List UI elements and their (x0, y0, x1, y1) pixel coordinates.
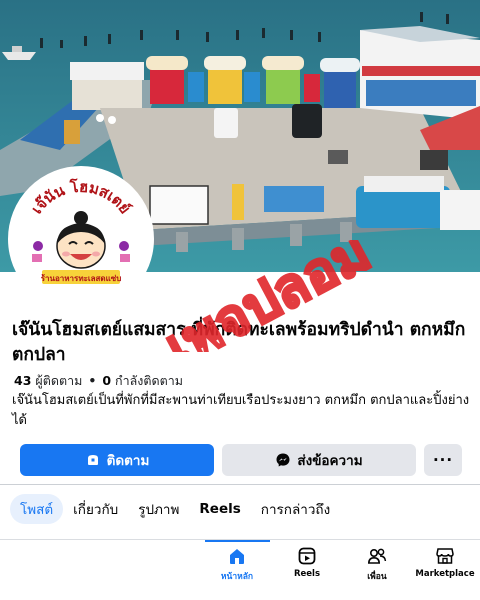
page-title: เจ๊นันโฮมสเตย์แสมสาร ที่พักติดทะเลพร้อมท… (12, 320, 466, 365)
stats-separator: • (88, 373, 97, 388)
tab-reels[interactable]: Reels (189, 494, 250, 524)
following-link[interactable]: 0 กำลังติดตาม (102, 373, 183, 388)
more-options-button[interactable]: ··· (424, 444, 462, 476)
page-stats: 43 ผู้ติดตาม • 0 กำลังติดตาม (14, 371, 183, 391)
nav-reels-label: Reels (293, 569, 321, 579)
bottom-navigation: หน้าหลัก Reels เพื่อน Marketplace (0, 539, 480, 600)
page-description: เจ๊นันโฮมสเตย์เป็นที่พักที่มีสะพานท่าเที… (12, 393, 470, 428)
nav-marketplace[interactable]: Marketplace (410, 546, 480, 579)
follow-button[interactable]: ติดตาม (20, 444, 214, 476)
follow-icon (87, 455, 98, 465)
nav-friends-label: เพื่อน (367, 572, 387, 582)
following-count: 0 (102, 373, 112, 388)
messenger-icon (276, 453, 290, 467)
nav-friends[interactable]: เพื่อน (342, 546, 412, 583)
tab-about[interactable]: เกี่ยวกับ (63, 494, 128, 524)
nav-reels[interactable]: Reels (272, 546, 342, 579)
nav-home-label: หน้าหลัก (220, 572, 254, 582)
marketplace-icon (436, 548, 454, 564)
avatar-logo-bottom-text: ร้านอาหารทะเลสดแซ่บ (41, 273, 122, 283)
followers-link[interactable]: 43 ผู้ติดตาม (14, 373, 82, 388)
home-icon (230, 549, 244, 564)
following-label: กำลังติดตาม (115, 373, 183, 388)
tab-mentions[interactable]: การกล่าวถึง (251, 494, 340, 524)
message-button[interactable]: ส่งข้อความ (222, 444, 416, 476)
tab-posts[interactable]: โพสต์ (10, 494, 64, 524)
page-tabs: โพสต์ เกี่ยวกับ รูปภาพ Reels การกล่าวถึง (0, 493, 480, 525)
message-label: ส่งข้อความ (297, 453, 363, 469)
section-divider (0, 484, 480, 485)
friends-icon (367, 548, 387, 564)
nav-home[interactable]: หน้าหลัก (202, 546, 272, 583)
profile-avatar[interactable]: เจ๊นัน โฮมสเตย์ ร้านอาหารทะเลสดแซ่บ (8, 166, 154, 312)
tab-photos[interactable]: รูปภาพ (128, 494, 189, 524)
follow-label: ติดตาม (106, 453, 150, 469)
followers-count: 43 (14, 373, 32, 388)
more-dots-icon: ··· (432, 451, 454, 469)
reels-icon (298, 547, 316, 565)
followers-label: ผู้ติดตาม (35, 373, 83, 388)
nav-active-indicator (205, 540, 270, 542)
nav-marketplace-label: Marketplace (415, 569, 475, 579)
